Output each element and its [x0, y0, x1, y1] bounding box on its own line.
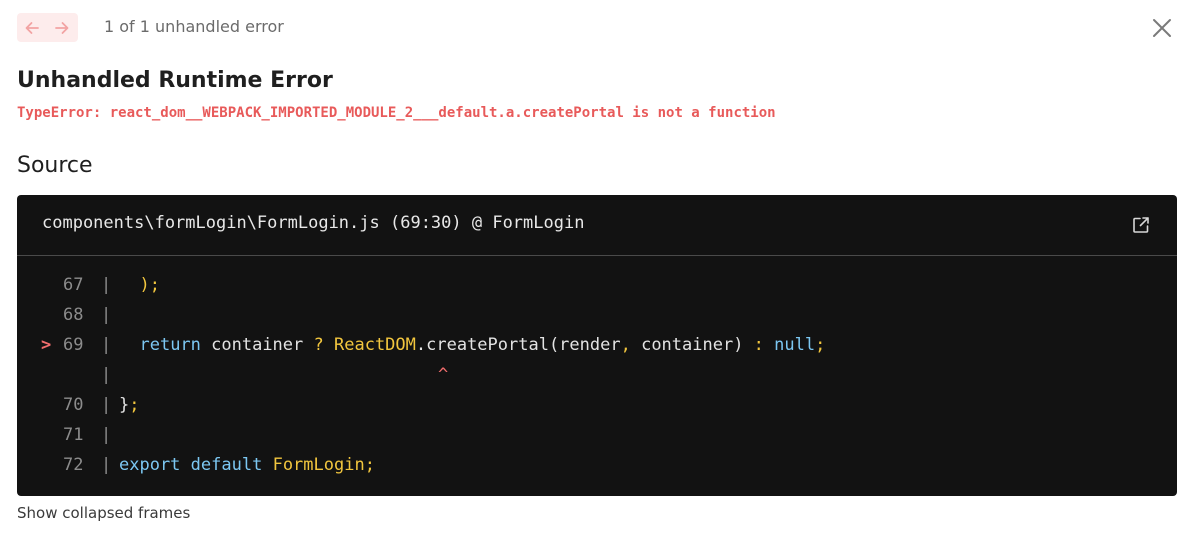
line-number: 72	[63, 455, 84, 475]
code-line: 70 |};	[17, 390, 1177, 420]
code-line: >69 | return container ? ReactDOM.createP…	[17, 330, 1177, 360]
gutter-separator: |	[101, 365, 112, 385]
gutter-separator: |	[101, 395, 112, 415]
next-error-button[interactable]	[47, 13, 77, 42]
code-line: 68 |	[17, 300, 1177, 330]
code-text: );	[139, 275, 160, 295]
code-line: 72 | export default FormLogin;	[17, 450, 1177, 480]
code-line: 67 | );	[17, 270, 1177, 300]
code-text: export default FormLogin;	[119, 455, 375, 475]
code-text: return container ? ReactDOM.createPortal…	[139, 335, 826, 355]
line-number: 67	[63, 275, 84, 295]
error-overlay: 1 of 1 unhandled error Unhandled Runtime…	[0, 0, 1182, 537]
code-frame: components\formLogin\FormLogin.js (69:30…	[17, 195, 1177, 496]
code-line: 71 |	[17, 420, 1177, 450]
code-lines: 67 | ); 68 | >69 | return container ? ReactDO…	[17, 270, 1177, 480]
gutter-separator: |	[101, 425, 112, 445]
error-line-marker: >	[41, 335, 52, 355]
open-in-editor-button[interactable]	[1131, 214, 1153, 236]
error-count-label: 1 of 1 unhandled error	[104, 17, 284, 36]
source-file-link[interactable]: components\formLogin\FormLogin.js (69:30…	[42, 213, 584, 233]
arrow-left-icon	[25, 21, 39, 34]
external-link-icon	[1133, 217, 1149, 233]
gutter-separator: |	[101, 455, 112, 475]
previous-error-button[interactable]	[17, 13, 47, 42]
error-pagination	[17, 13, 78, 42]
close-button[interactable]	[1150, 16, 1174, 40]
line-number: 71	[63, 425, 84, 445]
error-column-caret: ^	[438, 365, 449, 385]
close-icon	[1153, 19, 1171, 37]
line-number: 70	[63, 395, 84, 415]
show-collapsed-frames-button[interactable]: Show collapsed frames	[17, 504, 190, 522]
arrow-right-icon	[55, 21, 69, 34]
gutter-separator: |	[101, 305, 112, 325]
code-line: | ^	[17, 360, 1177, 390]
code-frame-header: components\formLogin\FormLogin.js (69:30…	[17, 195, 1177, 256]
line-number: 69	[63, 335, 84, 355]
error-message: TypeError: react_dom__WEBPACK_IMPORTED_M…	[17, 105, 776, 121]
error-title: Unhandled Runtime Error	[17, 68, 333, 93]
line-number: 68	[63, 305, 84, 325]
code-text: };	[119, 395, 140, 415]
gutter-separator: |	[101, 275, 112, 295]
source-heading: Source	[17, 153, 93, 178]
gutter-separator: |	[101, 335, 112, 355]
